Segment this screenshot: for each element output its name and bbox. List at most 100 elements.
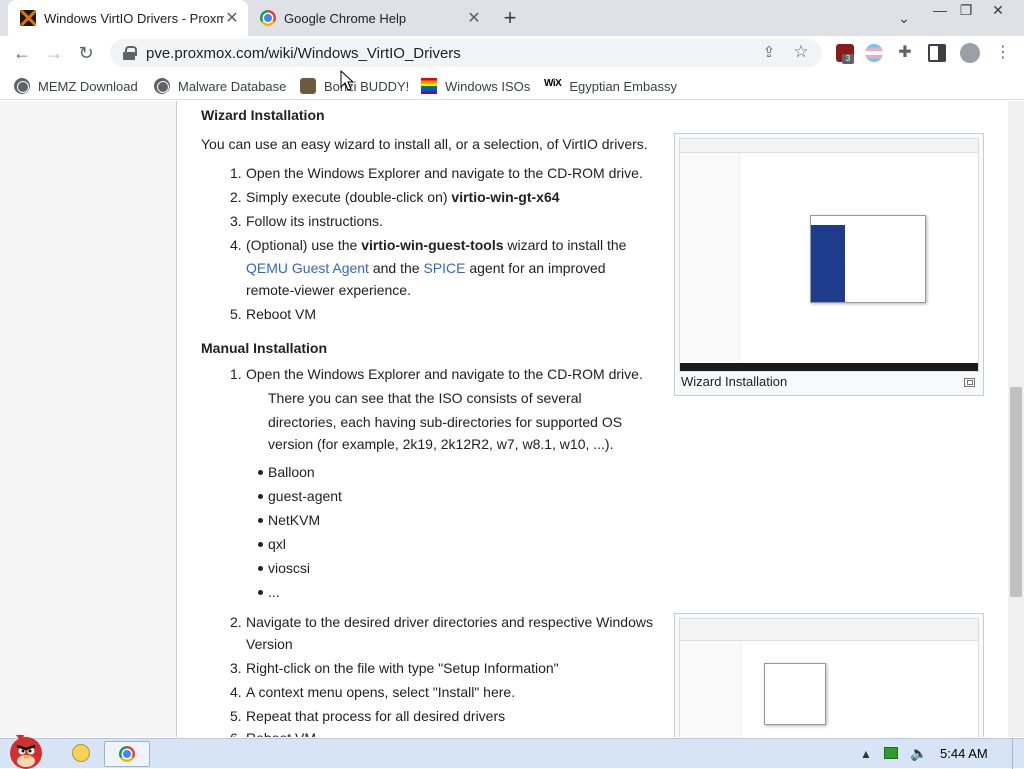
list-number: 5. — [230, 708, 242, 724]
manual-step-1: Open the Windows Explorer and navigate t… — [246, 366, 643, 382]
extensions-puzzle-icon[interactable]: ✚ — [894, 41, 916, 63]
close-window-button[interactable]: ✕ — [984, 0, 1012, 20]
reload-button[interactable]: ↻ — [72, 39, 100, 67]
step-text: Simply execute (double-click on) — [246, 189, 448, 205]
bookmark-label: Windows ISOs — [445, 78, 531, 94]
tab-close-icon[interactable]: ✕ — [224, 10, 240, 27]
directory-item: vioscsi — [268, 560, 311, 576]
wizard-step-4-line3: remote-viewer experience. — [246, 282, 411, 298]
tab-windows-virtio-drivers[interactable]: Windows VirtIO Drivers - Proxmox ✕ — [8, 0, 248, 36]
page-scrollbar[interactable] — [1008, 101, 1024, 737]
new-tab-button[interactable]: + — [496, 4, 524, 32]
qemu-guest-agent-link[interactable]: QEMU Guest Agent — [246, 260, 369, 276]
wizard-step-4-line2: QEMU Guest Agent and the SPICE agent for… — [246, 259, 606, 277]
windows-taskbar: ▲ 🔈 5:44 AM — [0, 735, 1024, 769]
tab-strip: Windows VirtIO Drivers - Proxmox ✕ Googl… — [0, 0, 1024, 36]
iso-paragraph-line: There you can see that the ISO consists … — [268, 390, 582, 406]
iso-paragraph-line: directories, each having sub-directories… — [268, 414, 623, 430]
spice-link[interactable]: SPICE — [423, 260, 465, 276]
bookmarks-bar: MEMZ Download Malware Database Bonzi BUD… — [0, 70, 1024, 100]
bookmark-label: Malware Database — [178, 78, 287, 94]
tab-close-icon[interactable]: ✕ — [466, 10, 482, 27]
list-number: 2. — [230, 189, 242, 205]
step-text: (Optional) use the — [246, 237, 358, 253]
restore-button[interactable]: ❐ — [954, 0, 978, 20]
bookmark-malware-database[interactable]: Malware Database — [154, 75, 286, 97]
share-icon[interactable]: ⇪ — [758, 41, 780, 63]
bonzi-icon — [300, 78, 316, 94]
bookmark-bonzi-buddy[interactable]: Bonzi BUDDY! — [300, 75, 409, 97]
extension-badge: 3 — [842, 54, 854, 64]
tab-search-chevron-icon[interactable]: ⌄ — [890, 8, 918, 28]
wizard-step-4-line1: (Optional) use the virtio-win-guest-tool… — [246, 236, 626, 254]
network-icon[interactable] — [884, 747, 898, 759]
chrome-menu-icon[interactable]: ⋮ — [992, 41, 1014, 63]
list-number: 6. — [230, 729, 242, 737]
manual-step-2-line1: Navigate to the desired driver directori… — [246, 614, 653, 630]
wizard-installation-thumbnail[interactable]: Wizard Installation — [674, 133, 984, 396]
bookmark-memz-download[interactable]: MEMZ Download — [14, 75, 138, 97]
bookmark-egyptian-embassy[interactable]: WiX Egyptian Embassy — [544, 75, 677, 97]
list-number: 5. — [230, 306, 242, 322]
wizard-installation-heading: Wizard Installation — [201, 107, 325, 123]
globe-icon — [14, 78, 30, 94]
manual-step-6: Reboot VM — [246, 729, 316, 737]
flag-extension-icon[interactable] — [865, 44, 883, 62]
profile-avatar-icon[interactable] — [960, 43, 980, 63]
tab-google-chrome-help[interactable]: Google Chrome Help ✕ — [250, 0, 490, 36]
pride-flag-icon — [421, 78, 437, 94]
explorer-taskbar-icon[interactable] — [72, 744, 90, 762]
list-number: 3. — [230, 213, 242, 229]
tab-title: Windows VirtIO Drivers - Proxmox — [44, 10, 224, 26]
page-content: Wizard Installation You can use an easy … — [0, 101, 1008, 737]
manual-step-3: Right-click on the file with type "Setup… — [246, 660, 559, 676]
chrome-taskbar-button[interactable] — [104, 741, 150, 767]
url-text[interactable]: pve.proxmox.com/wiki/Windows_VirtIO_Driv… — [146, 45, 461, 62]
forward-button[interactable]: → — [40, 39, 68, 67]
wizard-step-1: Open the Windows Explorer and navigate t… — [246, 165, 643, 181]
list-number: 1. — [230, 366, 242, 382]
wizard-screenshot-image[interactable] — [679, 138, 979, 372]
wix-icon: WiX — [544, 78, 562, 89]
manual-installation-heading: Manual Installation — [201, 340, 328, 356]
list-number: 4. — [230, 684, 242, 700]
directory-item: ... — [268, 584, 280, 600]
browser-toolbar: ← → ↻ pve.proxmox.com/wiki/Windows_VirtI… — [0, 36, 1024, 70]
minimize-button[interactable]: — — [926, 0, 954, 20]
enlarge-icon[interactable] — [964, 378, 975, 387]
angry-bird-start-icon[interactable] — [2, 731, 48, 769]
side-panel-icon[interactable] — [928, 44, 946, 62]
wizard-step-3: Follow its instructions. — [246, 213, 383, 229]
bold-filename: virtio-win-gt-x64 — [451, 189, 560, 205]
iso-paragraph-line: version (for example, 2k19, 2k12R2, w7, … — [268, 436, 614, 452]
manual-screenshot-image[interactable] — [679, 618, 979, 737]
bullet-dot — [258, 566, 263, 571]
show-desktop-button[interactable] — [1012, 739, 1024, 769]
directory-item: Balloon — [268, 464, 315, 480]
directory-item: qxl — [268, 536, 286, 552]
volume-icon[interactable]: 🔈 — [910, 745, 927, 762]
bookmark-label: MEMZ Download — [38, 78, 138, 94]
back-button[interactable]: ← — [8, 39, 36, 67]
bookmark-windows-isos[interactable]: Windows ISOs — [421, 75, 530, 97]
lock-icon[interactable] — [122, 46, 137, 60]
directory-item: guest-agent — [268, 488, 342, 504]
step-text: agent for an improved — [469, 260, 606, 276]
bookmark-star-icon[interactable]: ☆ — [790, 41, 812, 63]
bookmark-label: Egyptian Embassy — [569, 78, 677, 94]
thumbnail-caption: Wizard Installation — [681, 374, 788, 389]
ublock-extension-icon[interactable]: 3 — [836, 44, 854, 64]
taskbar-clock[interactable]: 5:44 AM — [940, 746, 988, 761]
manual-step-4: A context menu opens, select "Install" h… — [246, 684, 516, 700]
chrome-favicon-icon — [260, 10, 276, 26]
show-hidden-icons-chevron-icon[interactable]: ▲ — [860, 747, 872, 761]
manual-step-5: Repeat that process for all desired driv… — [246, 708, 506, 724]
list-number: 2. — [230, 614, 242, 630]
wiki-article: Wizard Installation You can use an easy … — [176, 101, 1008, 737]
wizard-step-2: Simply execute (double-click on) virtio-… — [246, 188, 560, 206]
scrollbar-thumb[interactable] — [1010, 387, 1022, 597]
address-bar[interactable]: pve.proxmox.com/wiki/Windows_VirtIO_Driv… — [110, 39, 822, 67]
manual-installation-thumbnail[interactable] — [674, 613, 984, 737]
tab-title: Google Chrome Help — [284, 10, 407, 26]
proxmox-favicon-icon — [20, 10, 36, 26]
